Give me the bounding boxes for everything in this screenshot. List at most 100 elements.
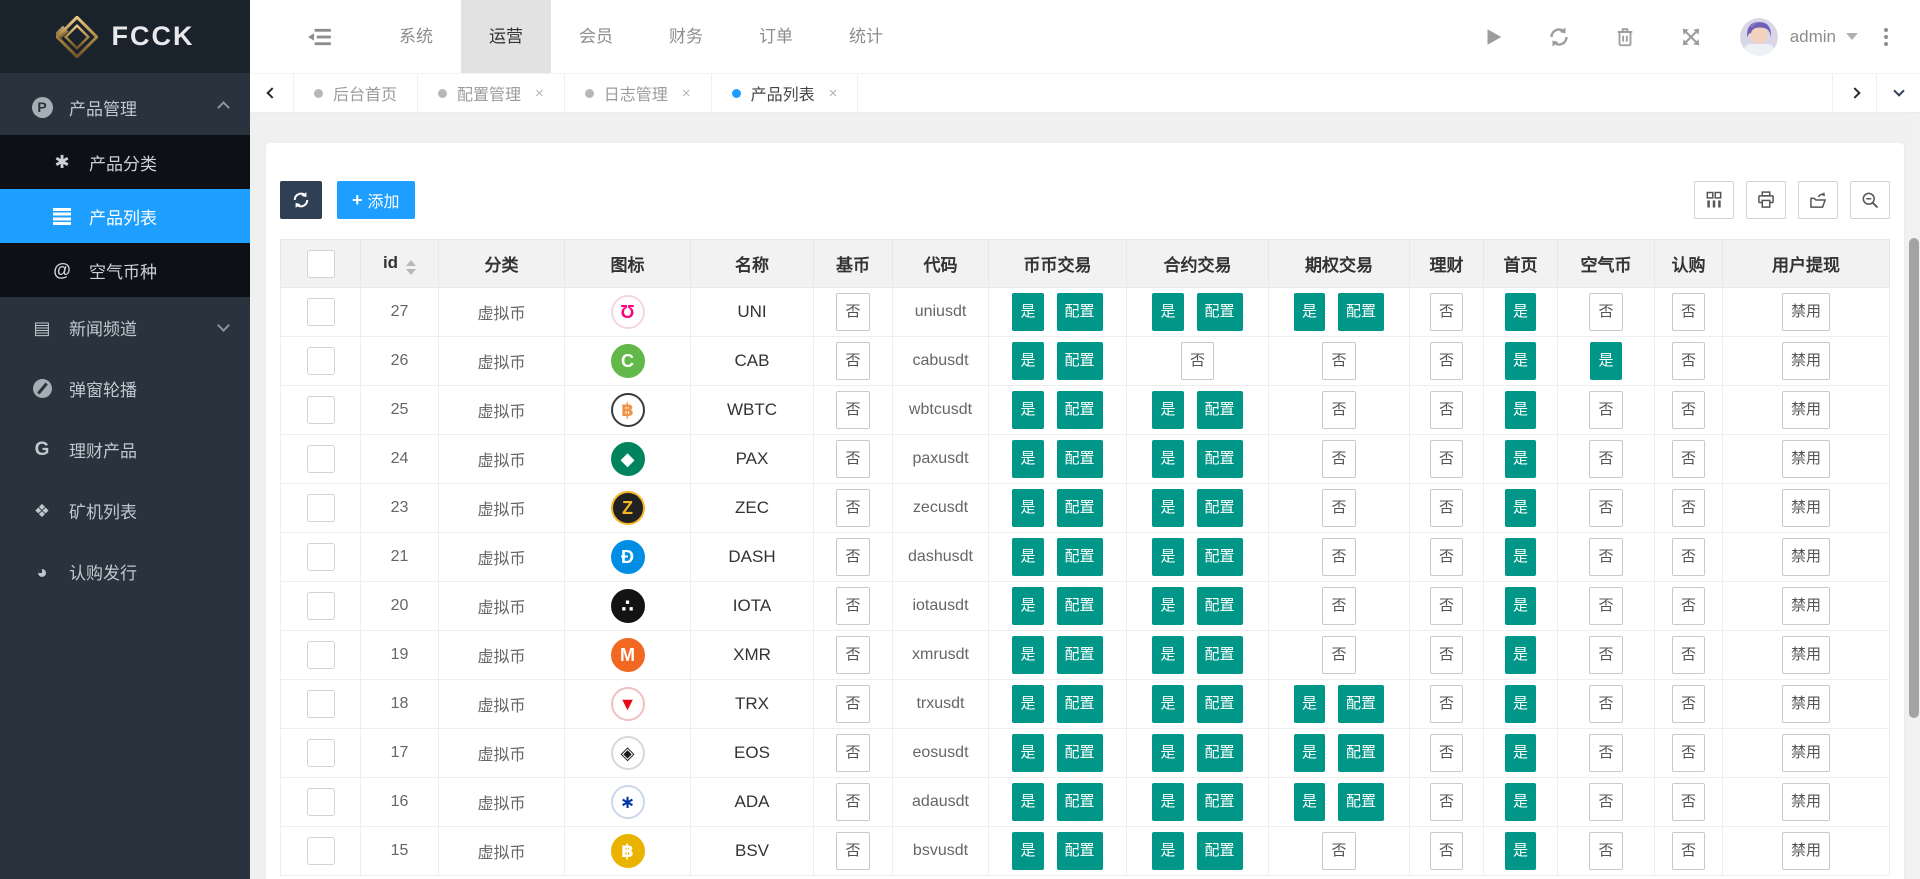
config-button[interactable]: 配置 xyxy=(1057,342,1103,380)
yes-badge[interactable]: 是 xyxy=(1012,783,1043,821)
yes-badge[interactable]: 是 xyxy=(1505,342,1536,380)
no-badge[interactable]: 否 xyxy=(1430,342,1463,380)
yes-badge[interactable]: 是 xyxy=(1152,734,1183,772)
config-button[interactable]: 配置 xyxy=(1338,734,1384,772)
no-badge[interactable]: 否 xyxy=(1589,832,1622,870)
no-badge[interactable]: 否 xyxy=(1322,391,1355,429)
no-badge[interactable]: 否 xyxy=(1672,342,1705,380)
row-checkbox[interactable] xyxy=(307,347,335,375)
sidebar-item-3[interactable]: G理财产品 xyxy=(0,419,250,480)
no-badge[interactable]: 否 xyxy=(1430,440,1463,478)
select-all-checkbox[interactable] xyxy=(307,250,335,278)
yes-badge[interactable]: 是 xyxy=(1012,636,1043,674)
no-badge[interactable]: 否 xyxy=(1430,587,1463,625)
withdraw-disabled-button[interactable]: 禁用 xyxy=(1782,734,1830,772)
no-badge[interactable]: 否 xyxy=(1430,293,1463,331)
config-button[interactable]: 配置 xyxy=(1197,783,1243,821)
no-badge[interactable]: 否 xyxy=(1430,783,1463,821)
no-badge[interactable]: 否 xyxy=(836,832,869,870)
sidebar-item-2[interactable]: 弹窗轮播 xyxy=(0,358,250,419)
no-badge[interactable]: 否 xyxy=(1181,342,1214,380)
no-badge[interactable]: 否 xyxy=(1672,587,1705,625)
no-badge[interactable]: 否 xyxy=(836,293,869,331)
tabs-menu-button[interactable] xyxy=(1876,74,1920,112)
yes-badge[interactable]: 是 xyxy=(1152,440,1183,478)
no-badge[interactable]: 否 xyxy=(1322,832,1355,870)
yes-badge[interactable]: 是 xyxy=(1152,391,1183,429)
withdraw-disabled-button[interactable]: 禁用 xyxy=(1782,489,1830,527)
no-badge[interactable]: 否 xyxy=(836,685,869,723)
withdraw-disabled-button[interactable]: 禁用 xyxy=(1782,440,1830,478)
collapse-menu-icon[interactable] xyxy=(307,24,333,50)
export-icon[interactable] xyxy=(1798,181,1838,219)
yes-badge[interactable]: 是 xyxy=(1152,587,1183,625)
no-badge[interactable]: 否 xyxy=(1672,783,1705,821)
no-badge[interactable]: 否 xyxy=(1589,734,1622,772)
yes-badge[interactable]: 是 xyxy=(1012,685,1043,723)
yes-badge[interactable]: 是 xyxy=(1012,342,1043,380)
config-button[interactable]: 配置 xyxy=(1197,489,1243,527)
yes-badge[interactable]: 是 xyxy=(1012,440,1043,478)
more-menu-icon[interactable] xyxy=(1884,28,1888,46)
sidebar-subitem-0-2[interactable]: @空气币种 xyxy=(0,243,250,297)
yes-badge[interactable]: 是 xyxy=(1505,783,1536,821)
withdraw-disabled-button[interactable]: 禁用 xyxy=(1782,391,1830,429)
sidebar-subitem-0-1[interactable]: 产品列表 xyxy=(0,189,250,243)
no-badge[interactable]: 否 xyxy=(1322,636,1355,674)
yes-badge[interactable]: 是 xyxy=(1152,685,1183,723)
yes-badge[interactable]: 是 xyxy=(1505,685,1536,723)
no-badge[interactable]: 否 xyxy=(1589,489,1622,527)
config-button[interactable]: 配置 xyxy=(1197,685,1243,723)
config-button[interactable]: 配置 xyxy=(1197,391,1243,429)
config-button[interactable]: 配置 xyxy=(1197,587,1243,625)
no-badge[interactable]: 否 xyxy=(1322,440,1355,478)
config-button[interactable]: 配置 xyxy=(1197,636,1243,674)
no-badge[interactable]: 否 xyxy=(1589,391,1622,429)
no-badge[interactable]: 否 xyxy=(1589,440,1622,478)
row-checkbox[interactable] xyxy=(307,788,335,816)
no-badge[interactable]: 否 xyxy=(1672,636,1705,674)
no-badge[interactable]: 否 xyxy=(1672,734,1705,772)
nav-item-2[interactable]: 会员 xyxy=(551,0,641,73)
withdraw-disabled-button[interactable]: 禁用 xyxy=(1782,587,1830,625)
row-checkbox[interactable] xyxy=(307,739,335,767)
row-checkbox[interactable] xyxy=(307,592,335,620)
row-checkbox[interactable] xyxy=(307,690,335,718)
no-badge[interactable]: 否 xyxy=(1589,293,1622,331)
yes-badge[interactable]: 是 xyxy=(1505,832,1536,870)
no-badge[interactable]: 否 xyxy=(836,587,869,625)
refresh-icon[interactable] xyxy=(1546,24,1572,50)
withdraw-disabled-button[interactable]: 禁用 xyxy=(1782,636,1830,674)
tabs-scroll-right-button[interactable] xyxy=(1832,74,1876,112)
nav-item-1[interactable]: 运营 xyxy=(461,0,551,73)
no-badge[interactable]: 否 xyxy=(1430,489,1463,527)
yes-badge[interactable]: 是 xyxy=(1505,440,1536,478)
row-checkbox[interactable] xyxy=(307,543,335,571)
config-button[interactable]: 配置 xyxy=(1197,538,1243,576)
yes-badge[interactable]: 是 xyxy=(1505,538,1536,576)
yes-badge[interactable]: 是 xyxy=(1505,293,1536,331)
config-button[interactable]: 配置 xyxy=(1338,293,1384,331)
no-badge[interactable]: 否 xyxy=(1430,685,1463,723)
sidebar-item-0[interactable]: P产品管理 xyxy=(0,79,250,135)
yes-badge[interactable]: 是 xyxy=(1505,391,1536,429)
config-button[interactable]: 配置 xyxy=(1197,734,1243,772)
no-badge[interactable]: 否 xyxy=(1589,636,1622,674)
config-button[interactable]: 配置 xyxy=(1057,734,1103,772)
no-badge[interactable]: 否 xyxy=(1430,734,1463,772)
no-badge[interactable]: 否 xyxy=(1430,391,1463,429)
chevron-down-icon[interactable] xyxy=(1846,33,1858,46)
config-button[interactable]: 配置 xyxy=(1057,832,1103,870)
no-badge[interactable]: 否 xyxy=(836,734,869,772)
no-badge[interactable]: 否 xyxy=(836,783,869,821)
tab-3[interactable]: 产品列表× xyxy=(712,74,859,112)
yes-badge[interactable]: 是 xyxy=(1294,685,1325,723)
config-button[interactable]: 配置 xyxy=(1057,783,1103,821)
sidebar-subitem-0-0[interactable]: ✱产品分类 xyxy=(0,135,250,189)
yes-badge[interactable]: 是 xyxy=(1152,293,1183,331)
yes-badge[interactable]: 是 xyxy=(1505,489,1536,527)
no-badge[interactable]: 否 xyxy=(1589,685,1622,723)
yes-badge[interactable]: 是 xyxy=(1012,293,1043,331)
no-badge[interactable]: 否 xyxy=(1672,293,1705,331)
no-badge[interactable]: 否 xyxy=(1672,832,1705,870)
